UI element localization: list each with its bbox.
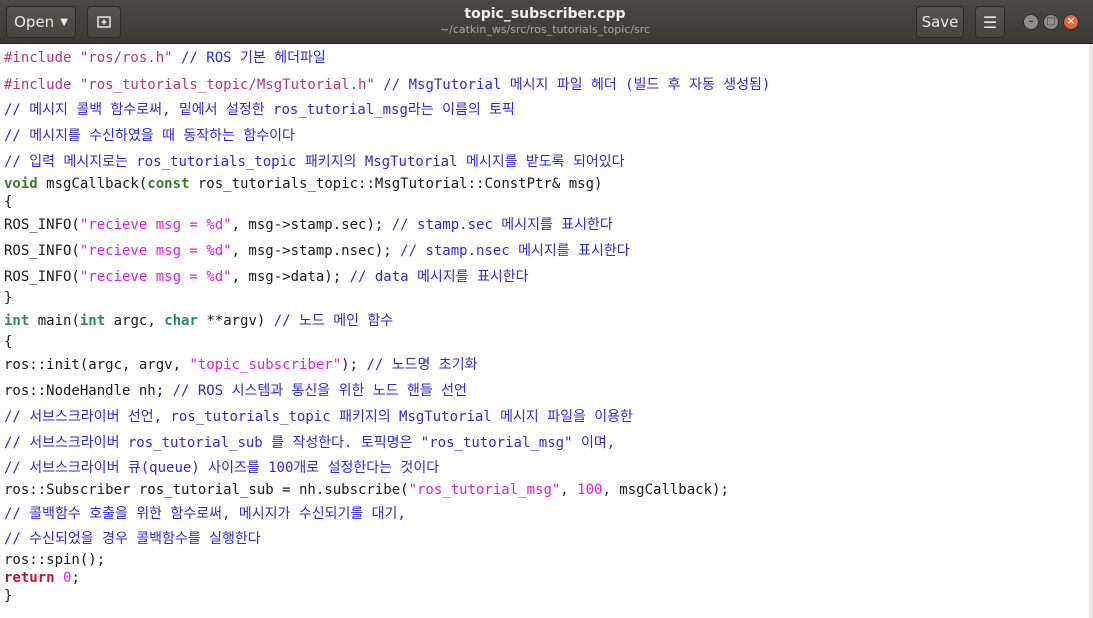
code-line: ROS_INFO("recieve msg = %d", msg->stamp.… — [4, 243, 630, 259]
code-line: #include "ros/ros.h" // ROS 기본 헤더파일 — [4, 50, 326, 66]
window-title-area: topic_subscriber.cpp ~/catkin_ws/src/ros… — [340, 5, 750, 37]
save-button[interactable]: Save — [916, 6, 964, 38]
code-line: // 서브스크라이버 큐(queue) 사이즈를 100개로 설정한다는 것이다 — [4, 460, 440, 476]
code-line: // 서브스크라이버 ros_tutorial_sub 를 작성한다. 토픽명은… — [4, 435, 616, 451]
code-line: int main(int argc, char **argv) // 노드 메인… — [4, 313, 394, 329]
code-line: void msgCallback(const ros_tutorials_top… — [4, 176, 603, 192]
hamburger-menu-icon: ☰ — [982, 12, 998, 32]
code-line: #include "ros_tutorials_topic/MsgTutoria… — [4, 77, 771, 93]
header-bar: Open ▼ topic_subscriber.cpp ~/catkin_ws/… — [0, 0, 1093, 44]
code-line: ros::Subscriber ros_tutorial_sub = nh.su… — [4, 482, 729, 498]
code-line: // 콜백함수 호출을 위한 함수로써, 메시지가 수신되기를 대기, — [4, 506, 406, 522]
open-label: Open — [14, 13, 55, 31]
code-editor[interactable]: #include "ros/ros.h" // ROS 기본 헤더파일 #inc… — [0, 44, 1089, 618]
minimize-icon[interactable]: – — [1023, 14, 1039, 30]
code-line: return 0; — [4, 570, 80, 586]
new-document-icon — [97, 16, 111, 28]
hamburger-menu-button[interactable]: ☰ — [975, 6, 1005, 38]
code-line: ros::init(argc, argv, "topic_subscriber"… — [4, 357, 478, 373]
code-line: ros::spin(); — [4, 552, 106, 568]
code-line: { — [4, 334, 13, 350]
open-button[interactable]: Open ▼ — [6, 6, 76, 38]
code-line: ROS_INFO("recieve msg = %d", msg->stamp.… — [4, 217, 613, 233]
code-line: // 메시지 콜백 함수로써, 밑에서 설정한 ros_tutorial_msg… — [4, 102, 515, 118]
close-icon[interactable]: × — [1063, 14, 1079, 30]
chevron-down-icon: ▼ — [60, 16, 68, 28]
maximize-icon[interactable]: □ — [1043, 14, 1059, 30]
code-line: } — [4, 290, 13, 306]
code-line: // 서브스크라이버 선언, ros_tutorials_topic 패키지의 … — [4, 409, 633, 425]
window-subtitle: ~/catkin_ws/src/ros_tutorials_topic/src — [439, 23, 651, 36]
window-title: topic_subscriber.cpp — [464, 6, 626, 22]
code-line: ros::NodeHandle nh; // ROS 시스템과 통신을 위한 노… — [4, 383, 467, 399]
code-line: // 수신되었을 경우 콜백함수를 실행한다 — [4, 531, 261, 547]
code-line: { — [4, 194, 13, 210]
code-line: } — [4, 588, 13, 604]
vertical-scrollbar[interactable] — [1089, 44, 1093, 618]
code-line: // 입력 메시지로는 ros_tutorials_topic 패키지의 Msg… — [4, 154, 625, 170]
gedit-window: Open ▼ topic_subscriber.cpp ~/catkin_ws/… — [0, 0, 1093, 618]
code-line: // 메시지를 수신하였을 때 동작하는 함수이다 — [4, 128, 295, 144]
code-line: ROS_INFO("recieve msg = %d", msg->data);… — [4, 269, 529, 285]
new-tab-button[interactable] — [87, 6, 121, 38]
